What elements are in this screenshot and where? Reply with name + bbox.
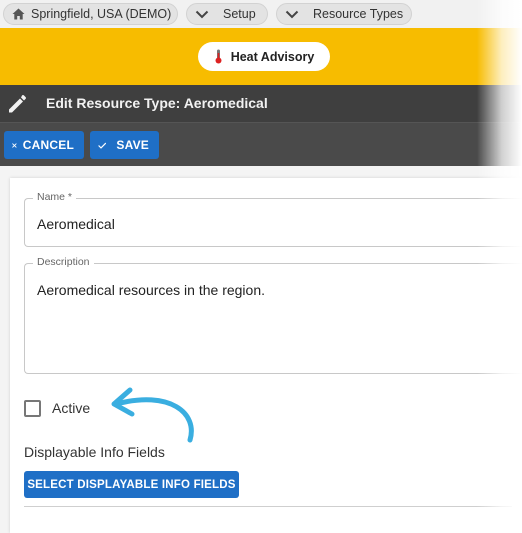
check-icon bbox=[98, 142, 107, 149]
description-field-value: Aeromedical resources in the region. bbox=[37, 282, 266, 298]
toolbar: CANCEL SAVE bbox=[0, 122, 522, 166]
heat-advisory-chip[interactable]: Heat Advisory bbox=[198, 42, 330, 71]
page-title: Edit Resource Type: Aeromedical bbox=[46, 95, 268, 111]
description-field-label: Description bbox=[33, 256, 94, 268]
breadcrumb-setup[interactable]: Setup bbox=[186, 3, 268, 25]
cancel-button-label: CANCEL bbox=[22, 138, 74, 152]
save-button[interactable]: SAVE bbox=[90, 131, 159, 159]
breadcrumb: Springfield, USA (DEMO) Setup Resource T… bbox=[0, 0, 522, 28]
home-icon bbox=[12, 8, 25, 20]
active-checkbox-label: Active bbox=[52, 400, 91, 416]
page-header: Edit Resource Type: Aeromedical bbox=[0, 85, 522, 122]
name-field-value: Aeromedical bbox=[37, 216, 115, 232]
pencil-icon bbox=[9, 95, 26, 113]
breadcrumb-setup-label: Setup bbox=[223, 7, 256, 21]
chevron-down-icon bbox=[285, 10, 299, 18]
name-field[interactable]: Name * Aeromedical bbox=[24, 191, 522, 247]
select-displayable-info-fields-button[interactable]: SELECT DISPLAYABLE INFO FIELDS bbox=[24, 471, 239, 498]
description-field[interactable]: Description Aeromedical resources in the… bbox=[24, 256, 522, 374]
cancel-button[interactable]: CANCEL bbox=[4, 131, 84, 159]
name-field-label: Name * bbox=[33, 191, 77, 203]
breadcrumb-organization[interactable]: Springfield, USA (DEMO) bbox=[3, 3, 178, 25]
save-button-label: SAVE bbox=[116, 138, 149, 152]
close-icon bbox=[12, 142, 17, 148]
select-displayable-info-fields-button-label: SELECT DISPLAYABLE INFO FIELDS bbox=[27, 478, 236, 491]
active-checkbox[interactable] bbox=[24, 400, 41, 417]
divider bbox=[24, 506, 512, 507]
breadcrumb-resource-types-label: Resource Types bbox=[313, 7, 404, 21]
annotation-arrow-icon bbox=[111, 387, 194, 443]
breadcrumb-resource-types[interactable]: Resource Types bbox=[276, 3, 412, 25]
thermometer-icon bbox=[215, 49, 222, 64]
chevron-down-icon bbox=[195, 10, 209, 18]
breadcrumb-organization-label: Springfield, USA (DEMO) bbox=[31, 7, 172, 21]
displayable-info-fields-label: Displayable Info Fields bbox=[24, 444, 165, 460]
heat-advisory-label: Heat Advisory bbox=[230, 49, 315, 64]
